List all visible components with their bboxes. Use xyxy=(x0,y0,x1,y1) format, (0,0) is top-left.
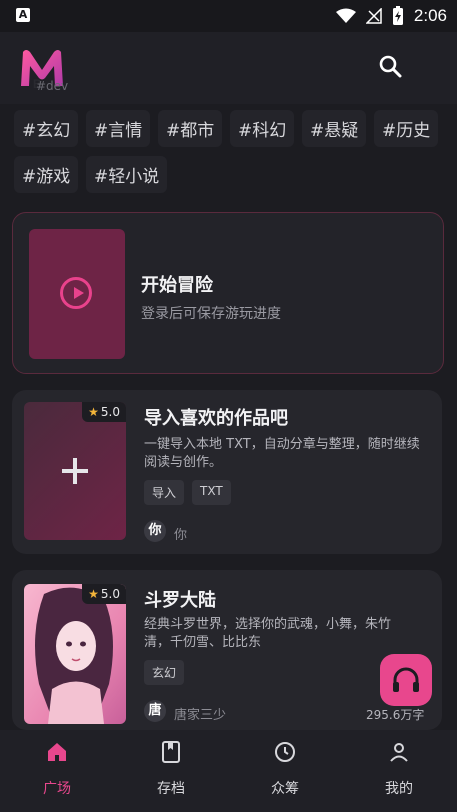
clock: 2:06 xyxy=(413,6,447,25)
status-bar: A 2:06 xyxy=(0,0,457,32)
adventure-title: 开始冒险 xyxy=(141,275,213,296)
tag-kehuan[interactable]: #科幻 xyxy=(230,110,295,147)
logo-dev-text: #dev xyxy=(36,79,69,93)
app-bar: B #dev xyxy=(0,32,457,104)
adventure-subtitle: 登录后可保存游玩进度 xyxy=(141,306,281,322)
tag-qingxiaoshuo[interactable]: #轻小说 xyxy=(86,156,168,193)
plus-icon xyxy=(62,458,88,484)
start-adventure-card[interactable]: 开始冒险 登录后可保存游玩进度 xyxy=(12,212,444,374)
support-button[interactable] xyxy=(380,654,432,706)
cover-illustration xyxy=(24,584,126,724)
nav-label: 广场 xyxy=(43,781,71,797)
tag-youxi[interactable]: #游戏 xyxy=(14,156,79,193)
author-name: 唐家三少 xyxy=(174,708,227,723)
nav-saves[interactable]: 存档 xyxy=(131,740,211,798)
nav-label: 存档 xyxy=(157,781,185,797)
tag-lishi[interactable]: #历史 xyxy=(374,110,439,147)
no-signal-icon xyxy=(365,8,382,24)
star-icon: ★ xyxy=(88,587,99,601)
chip-txt: TXT xyxy=(192,480,231,505)
avatar: 唐 xyxy=(144,700,166,722)
star-icon: ★ xyxy=(88,405,99,419)
nav-label: 众筹 xyxy=(271,781,299,797)
wifi-icon xyxy=(335,8,356,23)
author-name: 你 xyxy=(174,528,188,543)
rating-badge: ★ 5.0 xyxy=(82,584,126,604)
adventure-thumbnail xyxy=(29,229,125,359)
battery-charging-icon xyxy=(392,6,403,25)
home-icon xyxy=(48,743,66,761)
word-count: 295.6万字 xyxy=(366,708,425,722)
chip-import: 导入 xyxy=(144,480,185,505)
nav-label: 我的 xyxy=(385,781,413,797)
crowdfund-icon xyxy=(275,742,295,762)
search-icon[interactable] xyxy=(376,52,406,82)
cover-image: ★ 5.0 xyxy=(24,584,126,724)
card-title: 导入喜欢的作品吧 xyxy=(144,408,288,429)
import-card[interactable]: ★ 5.0 导入喜欢的作品吧 一键导入本地 TXT，自动分章与整理，随时继续阅读与… xyxy=(12,390,442,554)
nav-square[interactable]: 广场 xyxy=(17,740,97,798)
play-icon xyxy=(60,277,92,309)
card-description: 一键导入本地 TXT，自动分章与整理，随时继续阅读与创作。 xyxy=(144,437,420,470)
tag-xuanhuan[interactable]: #玄幻 xyxy=(14,110,79,147)
nav-mine[interactable]: 我的 xyxy=(359,740,439,798)
avatar: 你 xyxy=(144,520,166,542)
import-thumbnail: ★ 5.0 xyxy=(24,402,126,540)
rating-badge: ★ 5.0 xyxy=(82,402,126,422)
card-chips: 玄幻 xyxy=(144,660,185,685)
card-description: 经典斗罗世界，选择你的武魂，小舞，朱竹清，千仞雪、比比东 xyxy=(144,617,392,650)
chip-genre: 玄幻 xyxy=(144,660,185,685)
bottom-nav: 广场 存档 众筹 我的 xyxy=(0,730,457,812)
headset-icon xyxy=(393,667,419,692)
tag-dushi[interactable]: #都市 xyxy=(158,110,223,147)
notification-icon: A xyxy=(16,8,30,22)
book-icon xyxy=(162,741,180,763)
card-title: 斗罗大陆 xyxy=(144,590,216,611)
tag-yanqing[interactable]: #言情 xyxy=(86,110,151,147)
tag-xuanyi[interactable]: #悬疑 xyxy=(302,110,367,147)
card-chips: 导入 TXT xyxy=(144,480,231,505)
person-icon xyxy=(390,743,408,762)
nav-crowdfund[interactable]: 众筹 xyxy=(245,740,325,798)
